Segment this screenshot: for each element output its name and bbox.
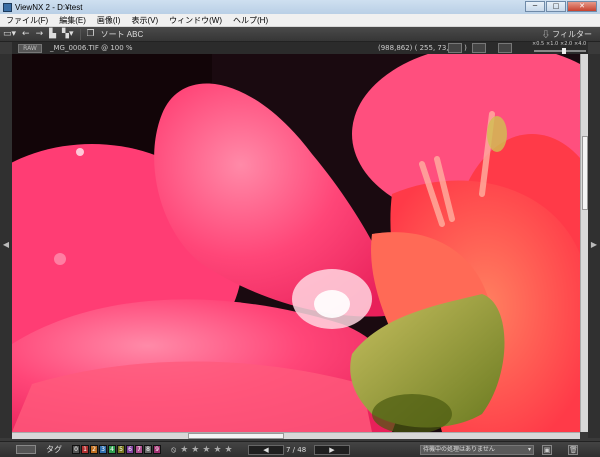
label-0-button[interactable]: 0 [72,445,80,454]
star-3-icon[interactable]: ★ [202,445,210,455]
zoom-label: ×1.0 [546,41,559,47]
horizontal-scrollbar[interactable] [12,432,580,439]
format-badge: RAW [18,43,42,53]
rating-stars: ★ ★ ★ ★ ★ [180,445,232,455]
trash-icon[interactable]: 🗑 [568,445,578,455]
close-button[interactable]: ✕ [567,1,597,12]
star-1-icon[interactable]: ★ [180,445,188,455]
vertical-scroll-thumb[interactable] [582,136,588,210]
menu-view[interactable]: 表示(V) [125,15,163,26]
filter-label: フィルター [552,30,592,39]
menu-image[interactable]: 画像(I) [91,15,126,26]
zoom-track[interactable] [534,50,586,52]
toolbar-divider [79,28,81,40]
star-5-icon[interactable]: ★ [225,445,233,455]
layout-icon[interactable]: ▭▾ [3,28,16,41]
zoom-label: ×2.0 [560,41,573,47]
clear-rating-icon[interactable]: ⦸ [171,445,176,455]
chevron-down-icon: ▾ [527,446,531,453]
horizontal-scroll-thumb[interactable] [188,433,284,439]
right-panel-toggle[interactable]: ▶ [588,54,600,438]
forward-arrow-icon[interactable]: → [36,28,44,41]
process-status[interactable]: 待機中の処理はありません ▾ [420,445,534,455]
label-9-button[interactable]: 9 [153,445,161,454]
label-5-button[interactable]: 5 [117,445,125,454]
label-6-button[interactable]: 6 [126,445,134,454]
title-bar: ViewNX 2 - D:¥test ─ □ ✕ [0,0,600,14]
tag-label: タグ [46,445,62,454]
app-icon [3,2,12,12]
filter-button[interactable]: ⇩ フィルター [542,28,592,41]
page-counter: 7 / 48 [286,446,307,454]
minimize-button[interactable]: ─ [525,1,545,12]
expand-left-icon: ◀ [2,240,10,249]
label-picker: 0 1 2 3 4 5 6 7 8 9 [72,445,161,454]
expand-right-icon: ▶ [590,240,598,249]
bottom-bar: タグ 0 1 2 3 4 5 6 7 8 9 ⦸ ★ ★ ★ ★ ★ ◀ 7 /… [0,441,600,457]
left-panel-toggle[interactable]: ◀ [0,54,12,438]
zoom-label: ×0.5 [532,41,545,47]
prev-image-button[interactable]: ◀ [248,445,284,455]
menu-file[interactable]: ファイル(F) [0,15,53,26]
label-7-button[interactable]: 7 [135,445,143,454]
menu-edit[interactable]: 編集(E) [53,15,91,26]
window-title: ViewNX 2 - D:¥test [15,2,83,12]
star-2-icon[interactable]: ★ [191,445,199,455]
label-4-button[interactable]: 4 [108,445,116,454]
image-info-bar: RAW _MG_0006.TIF @ 100 % (988,862) ( 255… [12,41,588,54]
vertical-scrollbar[interactable] [580,54,588,432]
label-8-button[interactable]: 8 [144,445,152,454]
maximize-button[interactable]: □ [546,1,566,12]
next-image-button[interactable]: ▶ [314,445,350,455]
filmstrip-toggle[interactable] [16,445,36,454]
back-arrow-icon[interactable]: ← [22,28,30,41]
histogram-view-button[interactable] [472,43,486,53]
flower-photo [12,54,580,432]
fit-view-button[interactable] [498,43,512,53]
star-4-icon[interactable]: ★ [213,445,221,455]
compare-icon[interactable]: ▚▾ [62,28,73,41]
menu-window[interactable]: ウィンドウ(W) [163,15,227,26]
menu-bar: ファイル(F) 編集(E) 画像(I) 表示(V) ウィンドウ(W) ヘルプ(H… [0,14,600,27]
label-3-button[interactable]: 3 [99,445,107,454]
filter-icon: ⇩ [541,30,553,39]
save-icon[interactable]: ▣ [542,445,552,455]
window-controls: ─ □ ✕ [525,1,597,12]
sort-dropdown[interactable]: ソート ABC [101,29,144,40]
histogram-icon[interactable]: ▙ [49,28,56,41]
toolbar: ▭▾ ← → ▙ ▚▾ ❐ ソート ABC ⇩ フィルター [0,27,600,42]
label-1-button[interactable]: 1 [81,445,89,454]
single-view-button[interactable] [448,43,462,53]
copy-icon[interactable]: ❐ [87,28,95,41]
file-name: _MG_0006.TIF @ 100 % [50,44,133,52]
zoom-label: ×4.0 [574,41,587,47]
photo-viewer[interactable] [12,54,580,432]
label-2-button[interactable]: 2 [90,445,98,454]
viewnx-window: ViewNX 2 - D:¥test ─ □ ✕ ファイル(F) 編集(E) 画… [0,0,600,457]
status-text: 待機中の処理はありません [423,446,495,453]
menu-help[interactable]: ヘルプ(H) [227,15,273,26]
zoom-slider[interactable]: ×0.5 ×1.0 ×2.0 ×4.0 [532,41,588,54]
